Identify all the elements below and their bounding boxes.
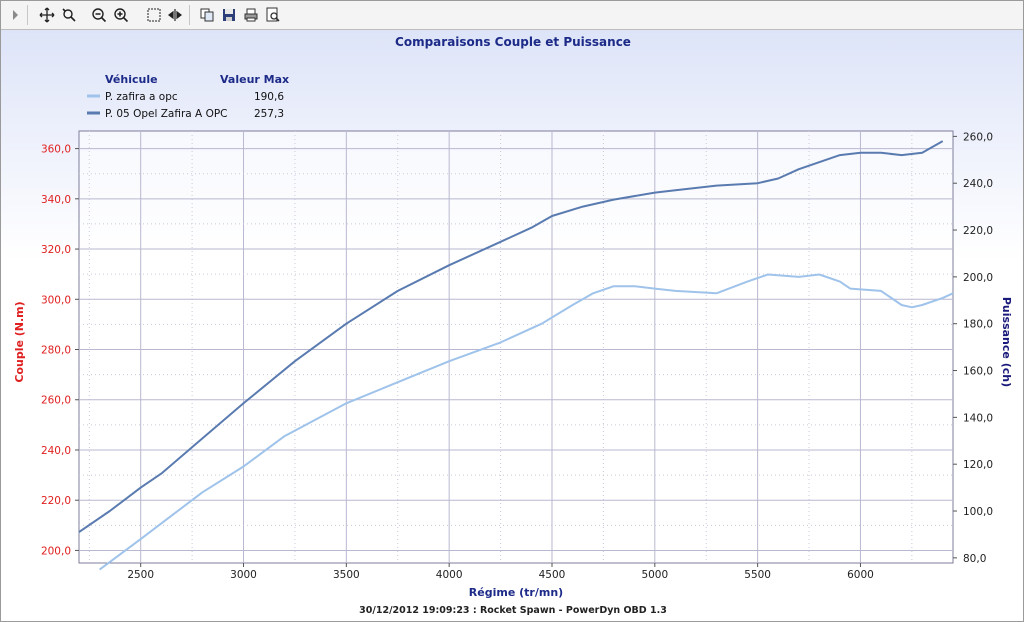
footer-caption: 30/12/2012 19:09:23 : Rocket Spawn - Pow… xyxy=(359,605,667,616)
legend-entry-1-max: 190,6 xyxy=(254,91,284,103)
pan-icon[interactable] xyxy=(37,5,57,25)
y2-tick-label: 200,0 xyxy=(963,272,993,284)
zoom-select-icon[interactable] xyxy=(59,5,79,25)
y-tick-label: 260,0 xyxy=(41,395,71,407)
legend-entry-2-name: P. 05 Opel Zafira A OPC xyxy=(105,108,228,120)
y2-tick-label: 240,0 xyxy=(963,178,993,190)
y2-tick-label: 160,0 xyxy=(963,366,993,378)
legend-header-max: Valeur Max xyxy=(220,73,289,86)
zoom-out-icon[interactable] xyxy=(89,5,109,25)
zoom-in-icon[interactable] xyxy=(111,5,131,25)
print-preview-icon[interactable] xyxy=(263,5,283,25)
legend-entry-1-name: P. zafira a opc xyxy=(105,91,178,103)
y-tick-label: 320,0 xyxy=(41,244,71,256)
x-tick-label: 5500 xyxy=(744,569,771,581)
y2-tick-label: 120,0 xyxy=(963,459,993,471)
x-tick-label: 5000 xyxy=(641,569,668,581)
y-tick-label: 240,0 xyxy=(41,445,71,457)
y-tick-label: 200,0 xyxy=(41,545,71,557)
y2-tick-label: 80,0 xyxy=(963,553,986,565)
chart-window: Comparaisons Couple et Puissance Véhicul… xyxy=(0,0,1024,622)
select-box-icon[interactable] xyxy=(144,5,164,25)
plot-area xyxy=(78,130,954,564)
copy-icon[interactable] xyxy=(197,5,217,25)
legend-header-vehicle: Véhicule xyxy=(105,73,158,86)
y-tick-label: 340,0 xyxy=(41,194,71,206)
x-tick-label: 6000 xyxy=(847,569,874,581)
x-tick-label: 2500 xyxy=(127,569,154,581)
y-tick-label: 360,0 xyxy=(41,144,71,156)
y-tick-label: 300,0 xyxy=(41,294,71,306)
y2-tick-label: 260,0 xyxy=(963,131,993,143)
y2-tick-label: 180,0 xyxy=(963,319,993,331)
x-tick-label: 4500 xyxy=(539,569,566,581)
y2-tick-label: 220,0 xyxy=(963,225,993,237)
x-tick-label: 3500 xyxy=(333,569,360,581)
x-axis-label: Régime (tr/mn) xyxy=(469,586,563,599)
y2-axis-label: Puissance (ch) xyxy=(1000,297,1013,387)
chart-title: Comparaisons Couple et Puissance xyxy=(395,35,631,49)
y-tick-label: 220,0 xyxy=(41,495,71,507)
y-tick-label: 280,0 xyxy=(41,345,71,357)
y2-tick-label: 140,0 xyxy=(963,412,993,424)
chart-canvas: Comparaisons Couple et Puissance Véhicul… xyxy=(13,35,1013,616)
legend-entry-2-max: 257,3 xyxy=(254,108,284,120)
fit-width-icon[interactable] xyxy=(165,5,185,25)
x-tick-label: 4000 xyxy=(436,569,463,581)
x-tick-label: 3000 xyxy=(230,569,257,581)
expand-arrow-icon[interactable] xyxy=(5,5,25,25)
print-icon[interactable] xyxy=(241,5,261,25)
save-icon[interactable] xyxy=(219,5,239,25)
toolbar xyxy=(1,1,1023,30)
y-axis-label: Couple (N.m) xyxy=(13,301,26,382)
y2-tick-label: 100,0 xyxy=(963,506,993,518)
